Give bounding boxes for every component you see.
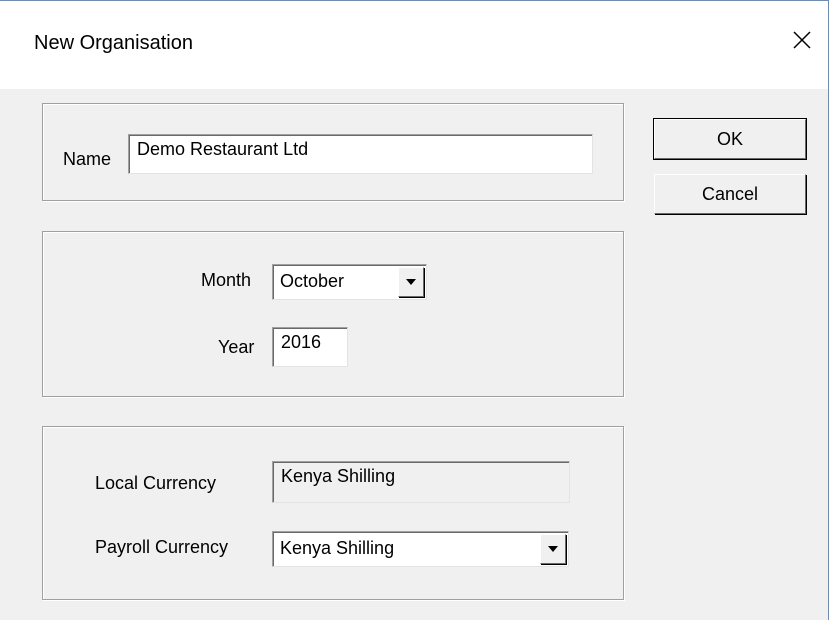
local-currency-label: Local Currency [95, 473, 217, 493]
name-input[interactable]: Demo Restaurant Ltd [128, 134, 593, 174]
month-select-value: October [280, 271, 345, 291]
close-icon [793, 31, 811, 49]
payroll-currency-dropdown-button[interactable] [540, 534, 566, 564]
close-button[interactable] [776, 15, 828, 65]
month-dropdown-button[interactable] [398, 267, 424, 297]
title-bar: New Organisation [0, 1, 828, 89]
payroll-currency-value: Kenya Shilling [280, 538, 395, 558]
ok-button[interactable]: OK [653, 118, 807, 160]
window-title: New Organisation [34, 32, 193, 54]
year-input[interactable]: 2016 [272, 327, 348, 367]
chevron-down-icon [548, 546, 558, 552]
year-label: Year [218, 337, 255, 357]
payroll-currency-select[interactable]: Kenya Shilling [272, 531, 569, 567]
month-select[interactable]: October [272, 264, 427, 300]
period-group: Month October Year 2016 [42, 231, 624, 397]
currency-group: Local Currency Kenya Shilling Payroll Cu… [42, 426, 624, 600]
name-group: Name Demo Restaurant Ltd [42, 103, 624, 201]
cancel-button[interactable]: Cancel [654, 174, 806, 214]
month-label: Month [201, 270, 252, 290]
name-label: Name [63, 149, 112, 169]
payroll-currency-label: Payroll Currency [95, 537, 229, 557]
chevron-down-icon [406, 279, 416, 285]
dialog-window: New Organisation Name Demo Restaurant Lt… [0, 0, 829, 620]
local-currency-field: Kenya Shilling [272, 461, 570, 503]
